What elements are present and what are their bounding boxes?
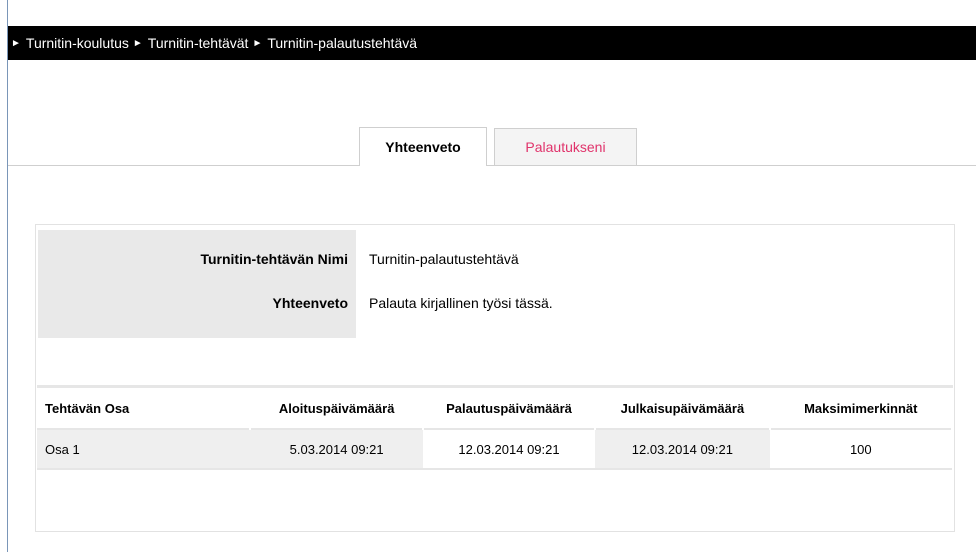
page-left-border	[7, 0, 8, 552]
breadcrumb-separator-icon: ►	[252, 37, 263, 49]
breadcrumb: ► Turnitin-koulutus ► Turnitin-tehtävät …	[8, 26, 976, 60]
assignment-name-label: Turnitin-tehtävän Nimi	[200, 251, 348, 267]
column-header-post-date: Julkaisupäivämäärä	[595, 386, 771, 429]
cell-max-marks: 100	[769, 428, 952, 470]
tabs-baseline	[8, 165, 976, 166]
breadcrumb-item-current: ► Turnitin-palautustehtävä	[248, 35, 417, 51]
cell-due-date: 12.03.2014 09:21	[422, 428, 596, 470]
assignment-panel: Turnitin-tehtävän Nimi Turnitin-palautus…	[35, 224, 955, 532]
column-header-due-date: Palautuspäivämäärä	[422, 386, 597, 429]
column-header-start-date: Aloituspäivämäärä	[250, 386, 424, 429]
tab-my-submissions[interactable]: Palautukseni	[494, 128, 637, 165]
assignment-parts-table: Tehtävän Osa Aloituspäivämäärä Palautusp…	[37, 385, 954, 470]
assignment-summary-value: Palauta kirjallinen työsi tässä.	[369, 295, 553, 311]
cell-post-date: 12.03.2014 09:21	[595, 428, 770, 470]
tab-summary[interactable]: Yhteenveto	[359, 127, 487, 166]
breadcrumb-item-assignments[interactable]: ► Turnitin-tehtävät	[129, 35, 249, 51]
table-row: Osa 1 5.03.2014 09:21 12.03.2014 09:21 1…	[37, 428, 952, 470]
column-header-max-marks: Maksimimerkinnät	[769, 386, 954, 429]
table-header-row: Tehtävän Osa Aloituspäivämäärä Palautusp…	[37, 386, 954, 429]
breadcrumb-separator-icon: ►	[132, 37, 143, 49]
assignment-summary: Turnitin-tehtävän Nimi Turnitin-palautus…	[38, 230, 553, 338]
breadcrumb-link-assignments[interactable]: Turnitin-tehtävät	[148, 35, 249, 51]
breadcrumb-current-page: Turnitin-palautustehtävä	[267, 35, 418, 51]
assignment-name-value: Turnitin-palautustehtävä	[369, 251, 519, 267]
breadcrumb-link-course[interactable]: Turnitin-koulutus	[26, 35, 129, 51]
cell-start-date: 5.03.2014 09:21	[250, 428, 423, 470]
breadcrumb-item-course[interactable]: ► Turnitin-koulutus	[8, 35, 129, 51]
assignment-summary-label: Yhteenveto	[272, 295, 348, 311]
cell-part: Osa 1	[37, 428, 251, 470]
breadcrumb-separator-icon: ►	[11, 37, 21, 49]
column-header-part: Tehtävän Osa	[37, 386, 252, 429]
